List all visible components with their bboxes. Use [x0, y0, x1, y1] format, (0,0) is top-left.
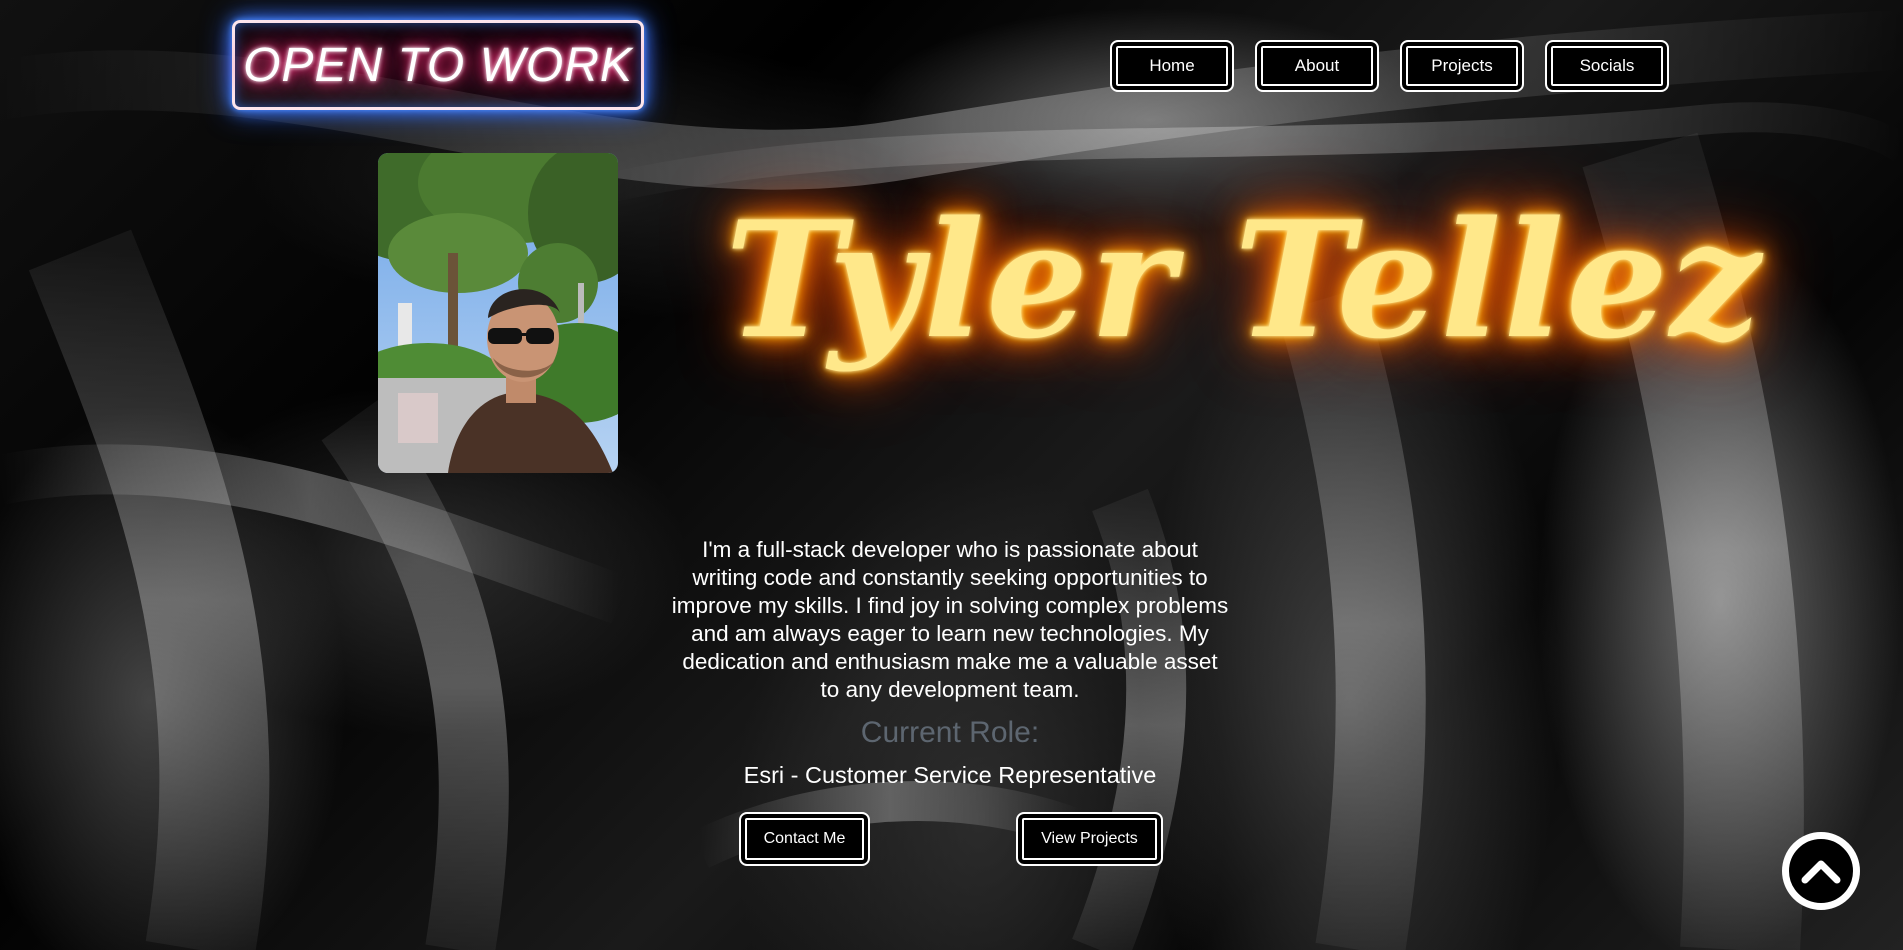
nav-about-button[interactable]: About	[1255, 40, 1379, 92]
hero-bio: I'm a full-stack developer who is passio…	[671, 537, 1229, 702]
current-role-value: Esri - Customer Service Representative	[743, 762, 1157, 788]
main-nav: Home About Projects Socials	[1110, 40, 1669, 92]
contact-me-button[interactable]: Contact Me	[739, 812, 870, 866]
chevron-up-icon	[1801, 860, 1841, 884]
open-to-work-text: OPEN TO WORK	[243, 38, 633, 92]
nav-home-button[interactable]: Home	[1110, 40, 1234, 92]
current-role-heading: Current Role:	[860, 716, 1040, 749]
silk-background-texture	[0, 10, 1903, 950]
view-projects-button[interactable]: View Projects	[1016, 812, 1163, 866]
nav-projects-button[interactable]: Projects	[1400, 40, 1524, 92]
hero-name: Tyler Tellez	[725, 186, 1763, 374]
open-to-work-badge: OPEN TO WORK	[232, 20, 644, 110]
scroll-to-top-button[interactable]	[1782, 832, 1860, 910]
page-background: OPEN TO WORK Home About Projects Socials	[0, 0, 1903, 950]
profile-photo	[378, 153, 618, 473]
nav-socials-button[interactable]: Socials	[1545, 40, 1669, 92]
